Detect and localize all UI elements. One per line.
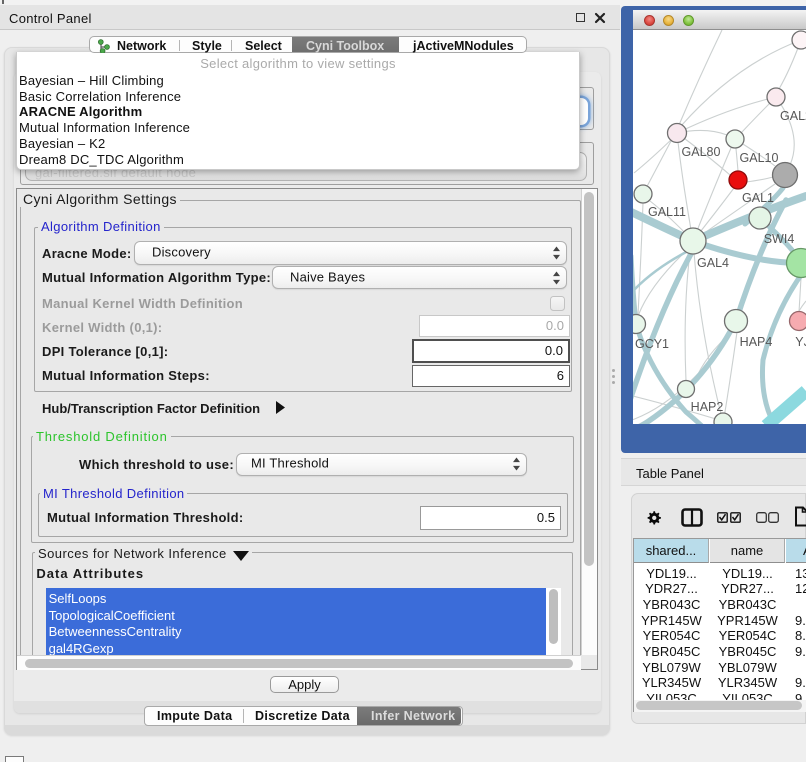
svg-text:GAL11: GAL11: [648, 205, 686, 219]
svg-text:GAL2: GAL2: [780, 109, 806, 123]
svg-text:GAL1: GAL1: [742, 191, 774, 205]
svg-text:GAL4: GAL4: [697, 256, 729, 270]
svg-text:GAL80: GAL80: [682, 145, 721, 159]
svg-text:SWI4: SWI4: [764, 232, 795, 246]
svg-text:GCY1: GCY1: [635, 337, 669, 351]
svg-text:HAP2: HAP2: [691, 400, 724, 414]
svg-text:GAL10: GAL10: [740, 151, 779, 165]
svg-text:HAP4: HAP4: [740, 335, 773, 349]
svg-text:YJL052C: YJL052C: [795, 335, 806, 349]
